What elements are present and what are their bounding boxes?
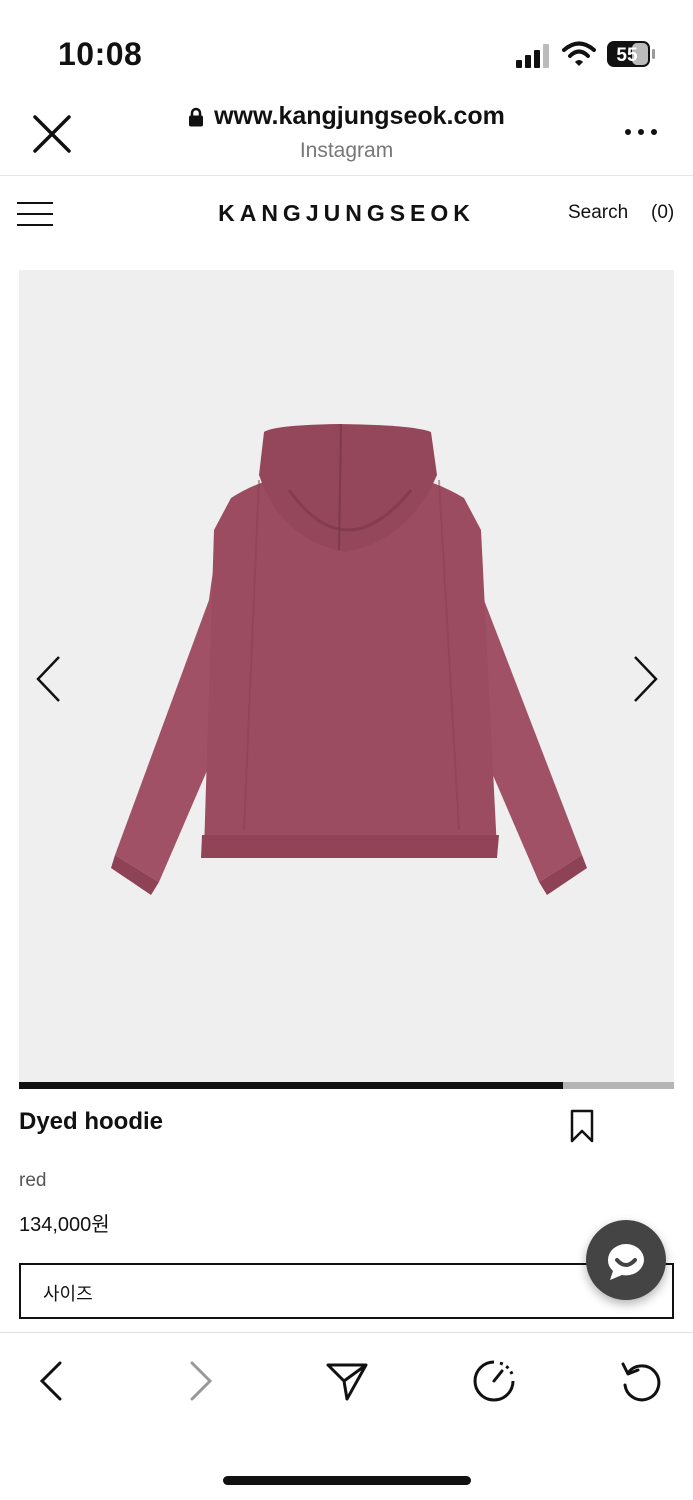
browser-toolbar xyxy=(0,1332,693,1432)
back-icon[interactable] xyxy=(30,1359,74,1403)
share-icon[interactable] xyxy=(325,1359,369,1403)
timer-icon[interactable] xyxy=(472,1359,516,1403)
search-link[interactable]: Search xyxy=(568,202,628,224)
product-title: Dyed hoodie xyxy=(19,1108,164,1135)
cart-count-link[interactable]: (0) xyxy=(651,202,674,224)
more-options-icon[interactable] xyxy=(622,122,660,142)
product-color: red xyxy=(19,1170,47,1191)
wifi-icon xyxy=(562,41,596,66)
close-icon[interactable] xyxy=(30,112,74,156)
gallery-progress-fill xyxy=(19,1082,563,1089)
previous-image-arrow-icon[interactable] xyxy=(33,654,63,704)
chat-button[interactable] xyxy=(586,1220,666,1300)
chat-icon xyxy=(607,1244,644,1280)
home-indicator xyxy=(223,1476,471,1485)
url-source: Instagram xyxy=(299,139,394,162)
site-header: KANGJUNGSEOK Search (0) xyxy=(0,176,693,256)
status-bar: 10:08 55 xyxy=(0,0,693,96)
size-select-label: 사이즈 xyxy=(43,1284,93,1304)
next-image-arrow-icon[interactable] xyxy=(631,654,661,704)
forward-icon[interactable] xyxy=(178,1359,222,1403)
lock-icon xyxy=(189,107,204,126)
size-select[interactable]: 사이즈 xyxy=(19,1263,674,1319)
product-price: 134,000원 xyxy=(19,1214,110,1236)
battery-icon: 55 xyxy=(606,40,656,68)
in-app-browser-header: www.kangjungseok.com Instagram xyxy=(0,96,693,176)
status-time: 10:08 xyxy=(58,36,143,72)
hoodie-image xyxy=(111,423,587,895)
gallery-progress-bar xyxy=(19,1082,674,1089)
bookmark-icon[interactable] xyxy=(568,1108,596,1144)
product-image-gallery[interactable] xyxy=(19,270,674,1082)
url-text: www.kangjungseok.com xyxy=(214,102,505,130)
url-display[interactable]: www.kangjungseok.com Instagram xyxy=(120,102,573,163)
battery-level: 55 xyxy=(616,45,638,66)
cellular-signal-icon xyxy=(516,44,549,68)
reload-icon[interactable] xyxy=(619,1359,663,1403)
